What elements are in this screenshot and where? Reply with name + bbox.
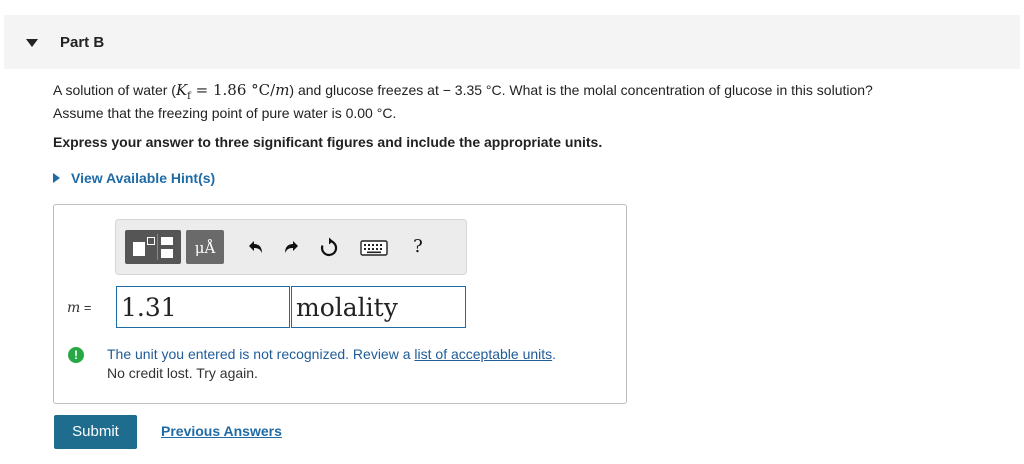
instruction-text: Express your answer to three significant… [53,134,603,150]
math-toolbar: μÅ ? [115,219,467,275]
feedback-retry-text: No credit lost. Try again. [107,365,258,381]
keyboard-icon[interactable] [360,239,388,257]
collapse-caret-icon[interactable] [26,39,38,47]
unit-input[interactable]: molality [291,286,466,328]
part-title: Part B [60,34,105,51]
alert-icon: ! [68,347,84,363]
answer-box: μÅ ? m = 1.31 molality ! The unit you en… [53,204,627,404]
question-intro: A solution of water ( [53,82,176,98]
value-input[interactable]: 1.31 [116,286,290,328]
kf-value: = 1.86 °C/ [190,81,276,99]
feedback-text-main: The unit you entered is not recognized. … [107,346,415,362]
redo-icon[interactable] [280,237,302,259]
question-mid: ) and glucose freezes at − 3.35 °C. What… [289,82,873,98]
feedback-text: The unit you entered is not recognized. … [107,345,627,383]
expand-caret-icon [53,173,60,183]
reset-icon[interactable] [317,236,341,260]
hint-label: View Available Hint(s) [71,170,216,186]
feedback-period: . [552,346,557,362]
answer-variable: m [67,300,81,316]
kf-symbol: K [175,81,188,99]
answer-equals: = [80,300,92,315]
acceptable-units-link[interactable]: list of acceptable units [414,346,552,362]
answer-label: m = [67,300,92,316]
kf-expression: Kf = 1.86 °C/m [175,81,290,103]
help-button[interactable]: ? [408,233,428,261]
undo-icon[interactable] [245,237,267,259]
previous-answers-link[interactable]: Previous Answers [161,423,282,439]
part-header[interactable]: Part B [4,15,1020,69]
submit-button[interactable]: Submit [54,415,137,449]
view-hints-link[interactable]: View Available Hint(s) [53,170,215,186]
question-line2: Assume that the freezing point of pure w… [53,105,397,121]
units-button[interactable]: μÅ [186,230,224,264]
templates-icon[interactable] [125,230,181,264]
question-text: A solution of water (Kf = 1.86 °C/m) and… [53,82,1013,122]
kf-unit: m [275,81,290,99]
